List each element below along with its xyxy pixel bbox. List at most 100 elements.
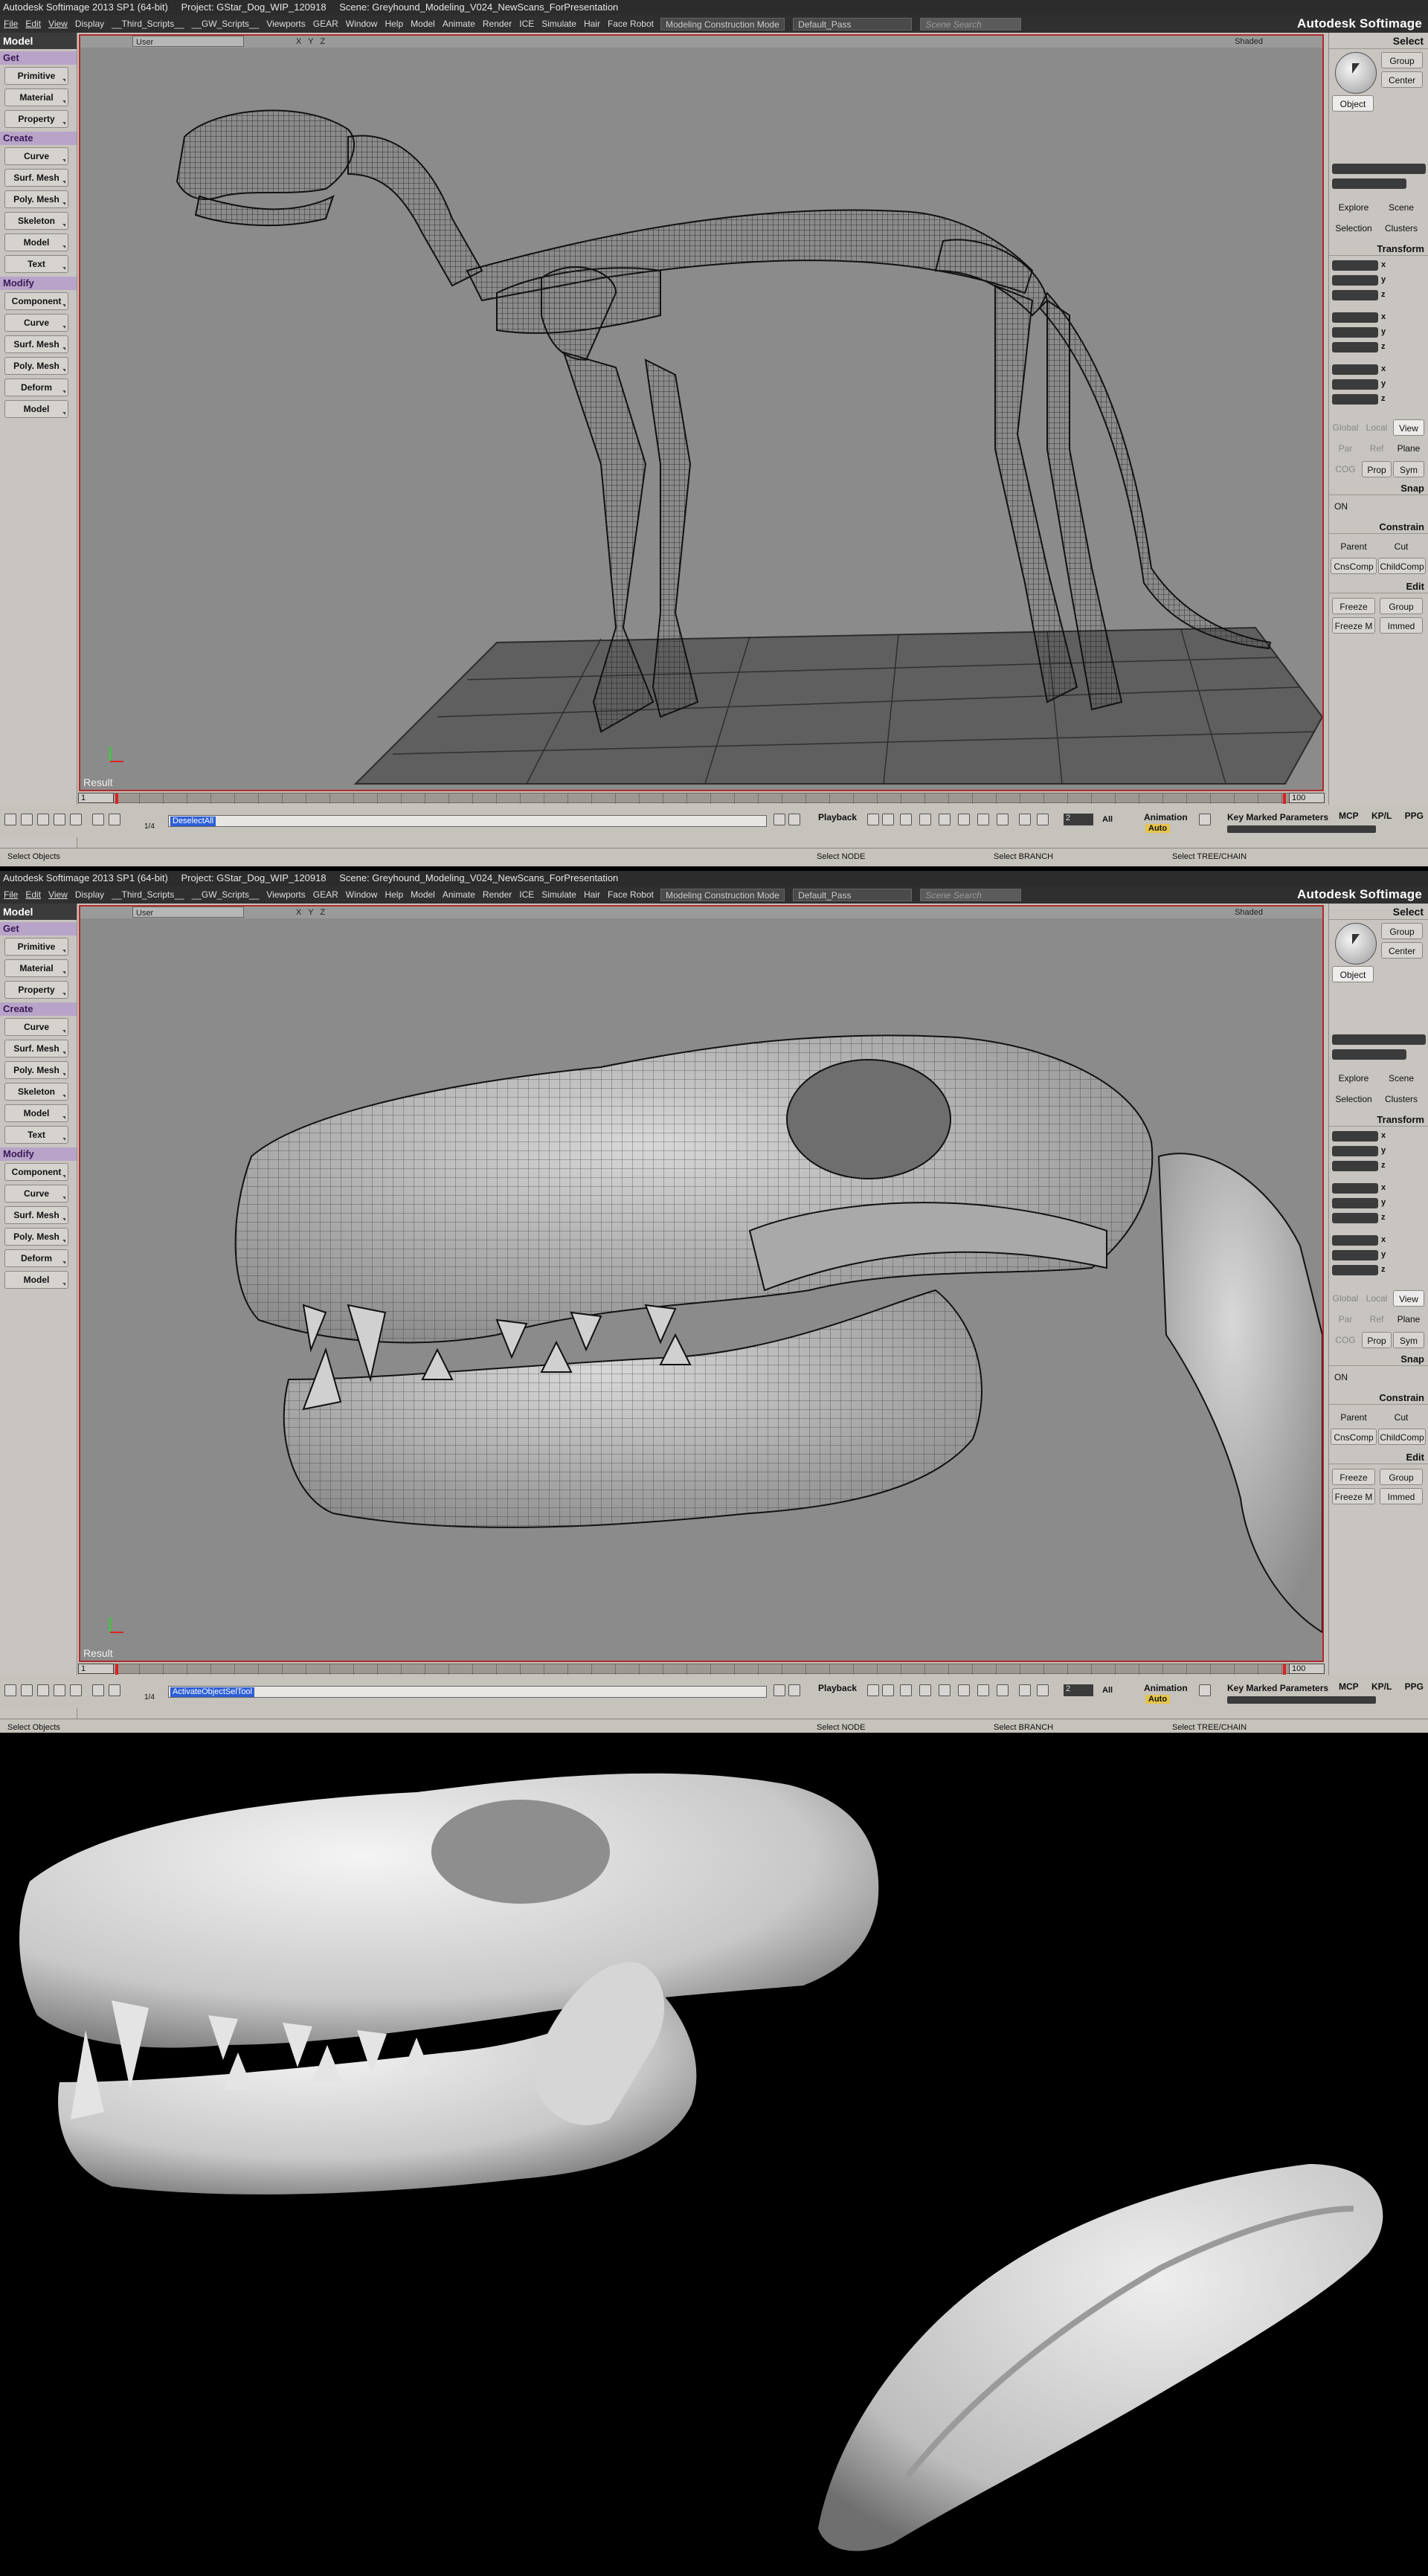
edit-group-button[interactable]: Group [1380,598,1423,614]
menu-simulate[interactable]: Simulate [538,15,580,33]
view-button[interactable]: View [1393,419,1424,436]
frame-start-field[interactable]: 1 [78,1664,114,1674]
local-button[interactable]: Local [1362,419,1392,436]
select-arrow-icon[interactable] [1335,52,1377,94]
menu-face-robot[interactable]: Face Robot [604,886,657,904]
property-button[interactable]: Property [4,981,68,999]
menu-render[interactable]: Render [479,886,515,904]
center-button[interactable]: Center [1381,942,1423,959]
menu-render[interactable]: Render [479,15,515,33]
menu-file[interactable]: File [0,886,22,904]
menu-help[interactable]: Help [381,886,407,904]
all-toggle[interactable]: All [1102,1686,1113,1695]
rot-z-field[interactable] [1332,342,1378,352]
clusters-button[interactable]: Clusters [1380,1091,1423,1107]
auto-key-toggle[interactable]: Auto [1145,1695,1171,1704]
pos-y-field[interactable] [1332,379,1378,390]
timeline[interactable]: 1 100 [78,793,1325,804]
modify-poly-mesh-button[interactable]: Poly. Mesh [4,1228,68,1246]
freeze-button[interactable]: Freeze [1332,598,1375,614]
menu-gw-scripts[interactable]: __GW_Scripts__ [188,15,263,33]
modify-surf-mesh-button[interactable]: Surf. Mesh [4,1206,68,1224]
audio-icon[interactable] [1037,814,1049,825]
axis-toggle[interactable]: X Y Z [296,36,327,48]
explore-button[interactable]: Explore [1332,1070,1375,1086]
menu-gw-scripts[interactable]: __GW_Scripts__ [188,886,263,904]
lock-icon[interactable] [788,814,800,825]
tab-mcp[interactable]: MCP [1339,1681,1359,1692]
prev-key-icon[interactable] [867,814,879,825]
menu-file[interactable]: File [0,15,22,33]
explore-button[interactable]: Explore [1332,199,1375,216]
lock-icon[interactable] [788,1684,800,1696]
timeline[interactable]: 1 100 [78,1664,1325,1675]
create-surf-mesh-button[interactable]: Surf. Mesh [4,1040,68,1057]
camera-dropdown[interactable]: User [132,907,244,918]
layout-icon-6[interactable] [109,814,120,825]
play-icon[interactable] [958,1684,970,1696]
group-button[interactable]: Group [1381,52,1423,68]
frame-start-field[interactable]: 1 [78,793,114,803]
layout-icon-3[interactable] [37,814,49,825]
scene-search-input[interactable]: Scene Search [920,18,1022,31]
pos-x-field[interactable] [1332,364,1378,375]
rot-x-field[interactable] [1332,1183,1378,1194]
playback-button[interactable]: Playback [818,812,857,822]
modify-poly-mesh-button[interactable]: Poly. Mesh [4,357,68,375]
layout-icon-4[interactable] [54,814,65,825]
tab-kpl[interactable]: KP/L [1371,811,1392,821]
menu-edit[interactable]: Edit [22,15,45,33]
tab-ppg[interactable]: PPG [1405,811,1424,821]
key-marked-parameters[interactable]: Key Marked Parameters [1227,1683,1328,1693]
rewind-icon[interactable] [900,1684,912,1696]
cnscomp-button[interactable]: CnsComp [1331,558,1377,574]
plane-button[interactable]: Plane [1393,440,1424,457]
ref-button[interactable]: Ref [1362,440,1392,457]
frame-step-field[interactable]: 2 [1064,814,1093,825]
playhead[interactable] [115,793,118,804]
object-button[interactable]: Object [1332,966,1374,982]
selection-button[interactable]: Selection [1332,1091,1375,1107]
menu-third-scripts[interactable]: __Third_Scripts__ [108,15,187,33]
modify-curve-button[interactable]: Curve [4,1185,68,1202]
primitive-button[interactable]: Primitive [4,938,68,956]
first-frame-icon[interactable] [882,814,894,825]
center-button[interactable]: Center [1381,71,1423,88]
childcomp-button[interactable]: ChildComp [1378,1429,1426,1445]
modify-curve-button[interactable]: Curve [4,314,68,332]
create-poly-mesh-button[interactable]: Poly. Mesh [4,190,68,208]
property-button[interactable]: Property [4,110,68,128]
select-arrow-icon[interactable] [1335,923,1377,965]
group-button[interactable]: Group [1381,923,1423,939]
selection-field[interactable] [1332,164,1426,174]
rot-y-field[interactable] [1332,1198,1378,1208]
layout-icon[interactable] [4,1684,16,1696]
material-button[interactable]: Material [4,959,68,977]
menu-animate[interactable]: Animate [439,15,479,33]
menu-animate[interactable]: Animate [439,886,479,904]
pos-z-field[interactable] [1332,394,1378,405]
primitive-button[interactable]: Primitive [4,67,68,85]
layout-icon-5[interactable] [92,814,104,825]
menu-view[interactable]: View [45,15,71,33]
menu-ice[interactable]: ICE [515,886,538,904]
create-curve-button[interactable]: Curve [4,147,68,165]
component-button[interactable]: Component [4,292,68,310]
menu-view[interactable]: View [45,886,71,904]
sym-button[interactable]: Sym [1393,1332,1424,1348]
menu-third-scripts[interactable]: __Third_Scripts__ [108,886,187,904]
modify-model-button[interactable]: Model [4,1271,68,1289]
menu-model[interactable]: Model [407,15,439,33]
tab-ppg[interactable]: PPG [1405,1681,1424,1692]
viewport[interactable]: User X Y Z Shaded Result [79,905,1324,1662]
layout-icon-3[interactable] [37,1684,49,1696]
axis-toggle[interactable]: X Y Z [296,907,327,918]
menu-ice[interactable]: ICE [515,15,538,33]
par-button[interactable]: Par [1331,1311,1360,1327]
scene-search-input[interactable]: Scene Search [920,889,1022,902]
toolbar-header[interactable]: Model [0,33,77,49]
layout-icon-4[interactable] [54,1684,65,1696]
menu-simulate[interactable]: Simulate [538,886,580,904]
freeze-m-button[interactable]: Freeze M [1332,617,1375,634]
menu-hair[interactable]: Hair [580,15,604,33]
